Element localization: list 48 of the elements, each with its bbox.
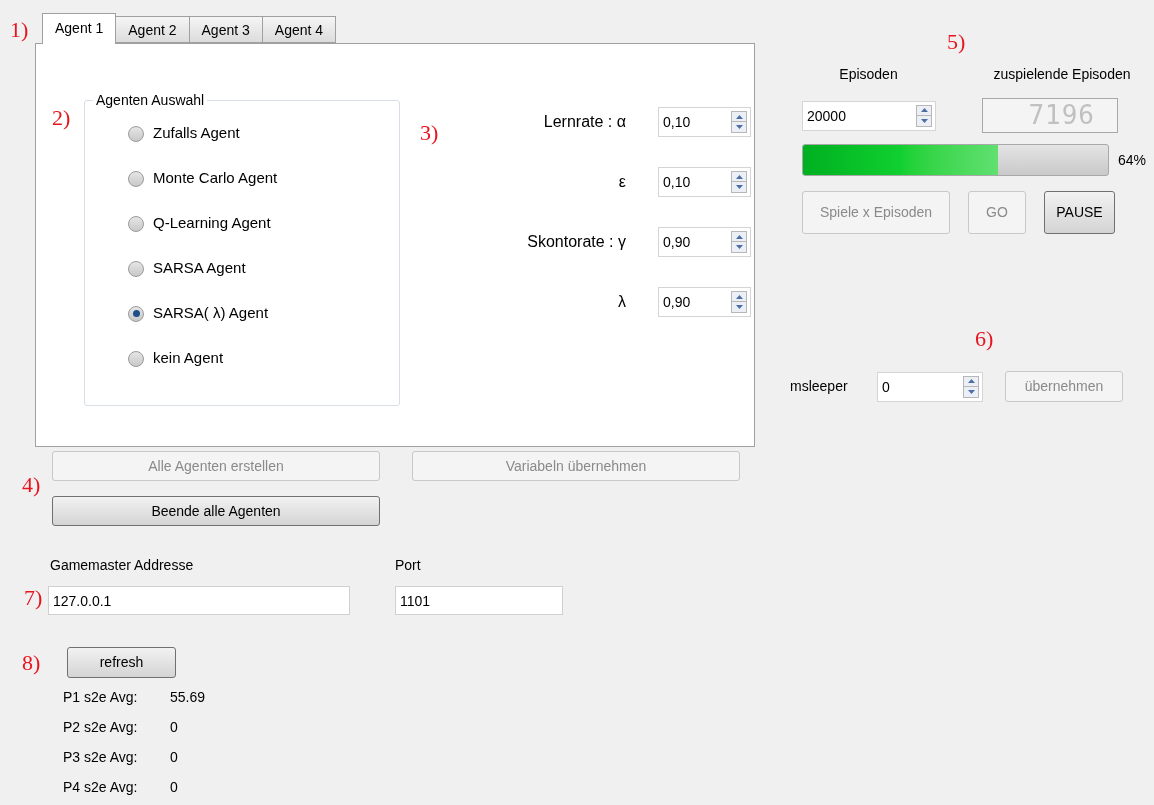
- field-label: Port: [395, 556, 422, 575]
- radio-button[interactable]: [128, 350, 144, 367]
- tab[interactable]: Agent 3: [188, 16, 263, 43]
- annotation-label: 5): [947, 31, 966, 53]
- parameter-label: Skontorate : γ: [526, 232, 627, 252]
- radio-label: Q-Learning Agent: [153, 213, 271, 234]
- tab[interactable]: Agent 4: [261, 16, 337, 43]
- annotation-label: 6): [975, 328, 994, 350]
- annotation-label: 3): [420, 122, 439, 144]
- stat-value: 0: [170, 717, 178, 737]
- stat-value: 55.69: [170, 687, 206, 707]
- field-label: msleeper: [790, 377, 849, 396]
- tab[interactable]: Agent 2: [115, 16, 190, 43]
- push-button[interactable]: PAUSE: [1044, 191, 1115, 234]
- radio-button[interactable]: [128, 170, 144, 187]
- address-field[interactable]: 127.0.0.1: [48, 586, 350, 615]
- radio-label: Zufalls Agent: [153, 123, 240, 144]
- radio-button[interactable]: [128, 125, 144, 142]
- radio-button[interactable]: [128, 215, 144, 232]
- radio-label: SARSA( λ) Agent: [153, 303, 269, 324]
- annotation-label: 2): [52, 107, 71, 129]
- stat-label: P3 s2e Avg:: [63, 747, 139, 767]
- field-label: Gamemaster Addresse: [49, 556, 195, 575]
- annotation-label: 7): [24, 587, 43, 609]
- port-field[interactable]: 1101: [395, 586, 563, 615]
- stat-value: 0: [170, 777, 178, 797]
- radio-button[interactable]: [128, 260, 144, 277]
- progress-reading: 64%: [1118, 150, 1147, 170]
- push-button[interactable]: refresh: [67, 647, 176, 678]
- stat-value: 0: [170, 747, 178, 767]
- annotation-label: 8): [22, 652, 41, 674]
- parameter-label: λ: [617, 292, 627, 312]
- radio-label: Monte Carlo Agent: [153, 168, 278, 189]
- annotation-label: 1): [10, 19, 29, 41]
- radio-label: kein Agent: [153, 348, 224, 369]
- radio-button[interactable]: [128, 305, 144, 322]
- parameter-label: ε: [617, 172, 627, 192]
- tab[interactable]: Agent 1: [42, 13, 117, 44]
- stat-label: P1 s2e Avg:: [63, 687, 139, 707]
- group-title: Agenten Auswahl: [93, 91, 208, 109]
- annotation-label: 4): [22, 474, 41, 496]
- parameter-label: Lernrate : α: [542, 112, 627, 132]
- field-label: Episoden: [838, 65, 899, 84]
- push-button[interactable]: Beende alle Agenten: [52, 496, 380, 526]
- field-label: zuspielende Episoden: [992, 65, 1132, 84]
- radio-label: SARSA Agent: [153, 258, 246, 279]
- stat-label: P2 s2e Avg:: [63, 717, 139, 737]
- stat-label: P4 s2e Avg:: [63, 777, 139, 797]
